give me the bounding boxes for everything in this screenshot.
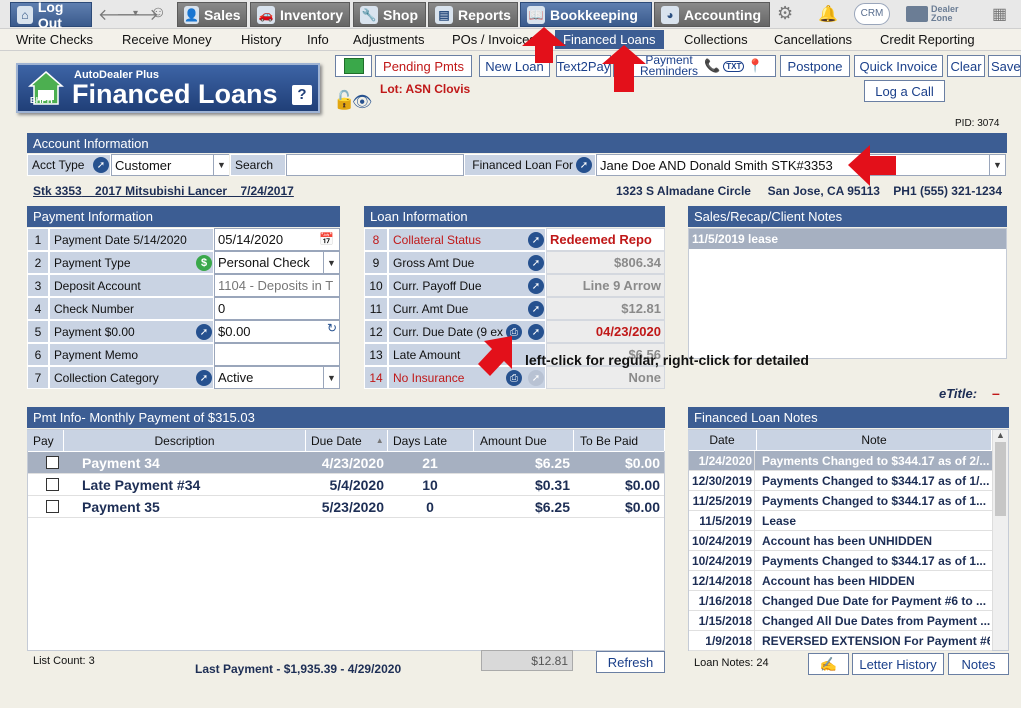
arrow-loan-for — [848, 145, 896, 186]
arrow-bookkeeping — [522, 27, 566, 63]
arrow-financed-loans — [602, 45, 646, 92]
arrow-due-date — [478, 336, 512, 376]
annotation-arrows — [478, 27, 896, 376]
